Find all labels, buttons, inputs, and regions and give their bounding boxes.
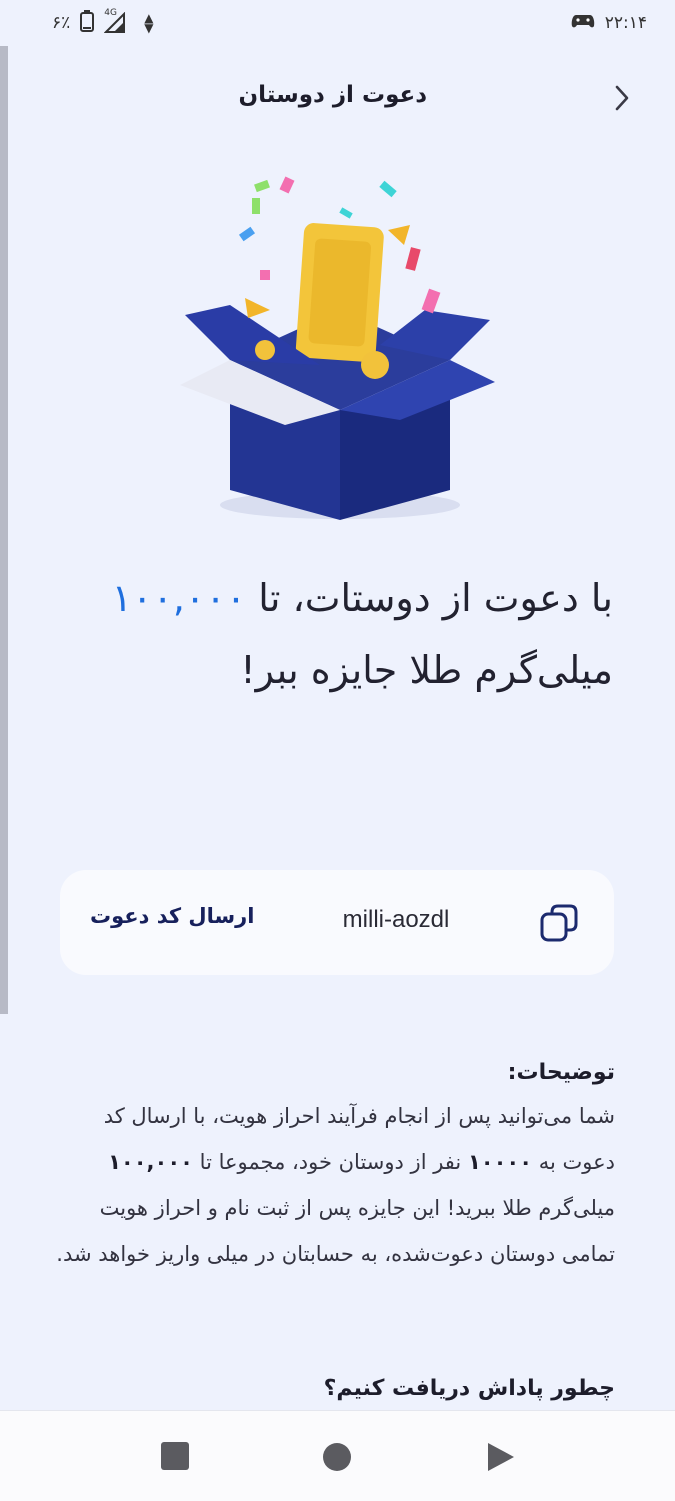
send-invite-code-button[interactable]: ارسال کد دعوت bbox=[90, 904, 290, 928]
copy-button[interactable] bbox=[538, 902, 580, 944]
description-body: شما می‌توانید پس از انجام فرآیند احراز ه… bbox=[55, 1093, 615, 1277]
network-label: 4G bbox=[104, 8, 117, 18]
how-to-get-reward-title: چطور پاداش دریافت کنیم؟ bbox=[323, 1376, 615, 1401]
back-button[interactable] bbox=[604, 80, 640, 116]
system-nav-bar bbox=[0, 1410, 675, 1501]
headline-amount: ۱۰۰,۰۰۰ bbox=[111, 576, 247, 620]
gamepad-icon bbox=[571, 13, 595, 34]
status-right: ۲۲:۱۴ bbox=[571, 13, 647, 34]
triangle-back-icon bbox=[488, 1443, 514, 1471]
clock: ۲۲:۱۴ bbox=[604, 13, 647, 33]
copy-icon bbox=[540, 904, 578, 942]
battery-percent: ۶٪ bbox=[52, 13, 71, 33]
circle-icon bbox=[323, 1443, 351, 1471]
home-button[interactable] bbox=[321, 1441, 353, 1473]
description-title: توضیحات: bbox=[507, 1060, 615, 1085]
description-amount: ۱۰۰,۰۰۰ bbox=[108, 1150, 193, 1174]
battery-icon bbox=[80, 9, 95, 37]
description-count: ۱۰۰۰۰ bbox=[467, 1150, 533, 1174]
scroll-rail[interactable] bbox=[0, 46, 8, 1014]
status-bar: ۶٪ 4G ▲ ▼ ۲۲:۱۴ bbox=[0, 0, 675, 46]
recents-button[interactable] bbox=[160, 1441, 192, 1473]
gift-box-illustration bbox=[170, 170, 510, 530]
headline-part1: با دعوت از دوستات، تا bbox=[258, 576, 613, 620]
headline: با دعوت از دوستات، تا ۱۰۰,۰۰۰ میلی‌گرم ط… bbox=[53, 562, 613, 706]
invite-code: milli-aozdl bbox=[342, 906, 450, 933]
page-title: دعوت از دوستان bbox=[238, 82, 427, 108]
headline-part2: میلی‌گرم طلا جایزه ببر! bbox=[240, 648, 613, 692]
description-text-2: نفر از دوستان خود، مجموعا تا bbox=[193, 1150, 468, 1174]
chevron-right-icon bbox=[615, 85, 629, 111]
system-back-button[interactable] bbox=[484, 1441, 516, 1473]
description-section: توضیحات: شما می‌توانید پس از انجام فرآین… bbox=[55, 1060, 615, 1277]
invite-code-card: milli-aozdl ارسال کد دعوت bbox=[60, 870, 614, 975]
data-arrows-icon: ▲ ▼ bbox=[144, 11, 154, 35]
description-text-3: میلی‌گرم طلا ببرید! این جایزه پس از ثبت … bbox=[56, 1196, 615, 1266]
signal-icon: 4G bbox=[103, 8, 134, 34]
square-icon bbox=[161, 1442, 189, 1470]
status-left: ۶٪ 4G ▲ ▼ bbox=[52, 8, 154, 37]
header: دعوت از دوستان bbox=[0, 60, 675, 136]
